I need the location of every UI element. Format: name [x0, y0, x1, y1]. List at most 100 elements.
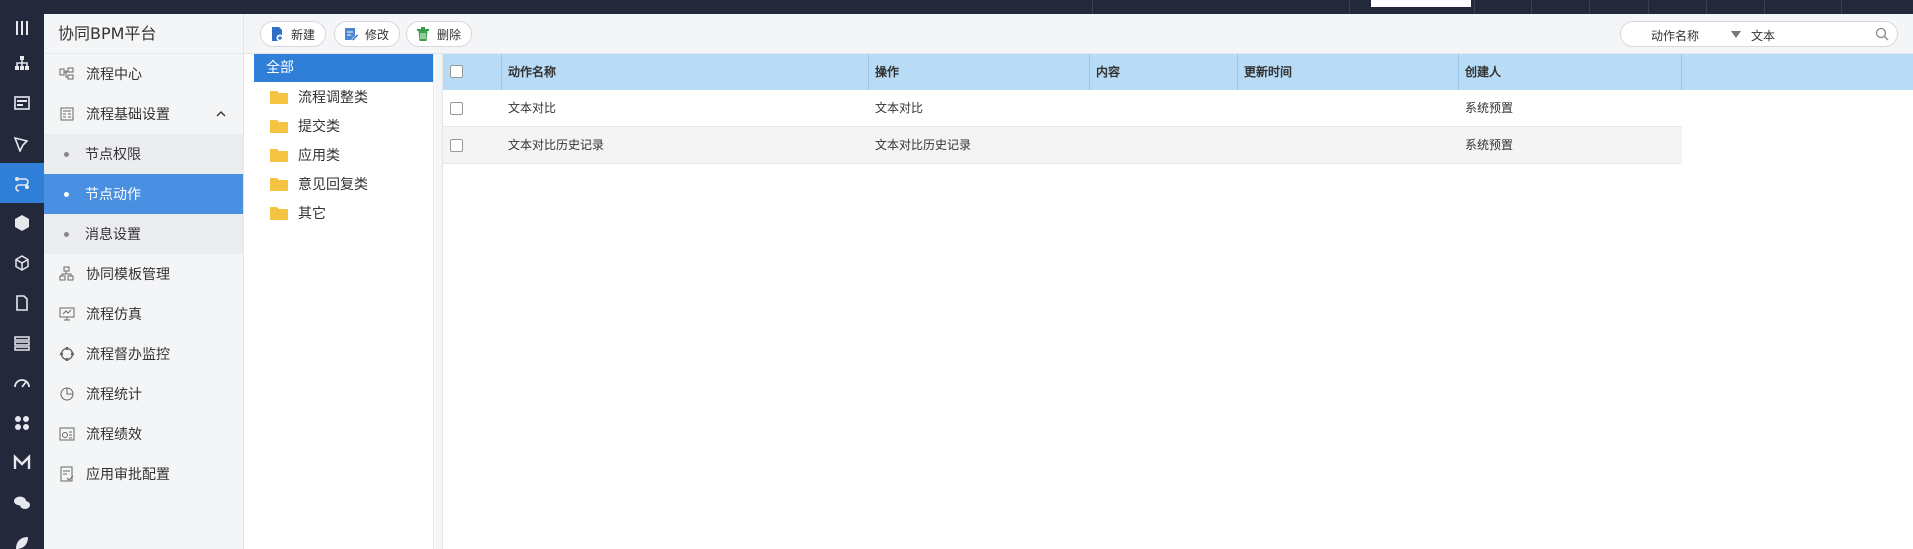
top-bar-divider — [1706, 0, 1707, 14]
tree-folder[interactable]: 提交类 — [254, 111, 433, 140]
top-bar-divider — [1531, 0, 1532, 14]
nav-sub-label: 节点动作 — [85, 187, 141, 203]
select-all-checkbox[interactable] — [450, 65, 463, 78]
nav-item-flow-statistics[interactable]: 流程统计 — [44, 374, 243, 414]
nav-item-template-management[interactable]: 协同模板管理 — [44, 254, 243, 294]
folder-icon — [270, 119, 288, 133]
table-row[interactable]: 文本对比 文本对比 系统预置 — [443, 90, 1682, 127]
performance-icon — [58, 425, 76, 443]
new-button[interactable]: 新建 — [260, 21, 327, 47]
monitor-ring-icon — [58, 345, 76, 363]
tree-folder[interactable]: 流程调整类 — [254, 82, 433, 111]
nav-item-flow-performance[interactable]: 流程绩效 — [44, 414, 243, 454]
column-header-updated[interactable]: 更新时间 — [1238, 54, 1459, 90]
dropdown-arrow-icon[interactable] — [1731, 31, 1741, 38]
tree-folder-label: 提交类 — [298, 118, 340, 135]
column-header-content[interactable]: 内容 — [1090, 54, 1238, 90]
tree-folder-label: 意见回复类 — [298, 176, 368, 193]
nav-item-label: 流程督办监控 — [86, 347, 170, 363]
search-field-select[interactable]: 动作名称 — [1651, 27, 1699, 44]
cube-icon[interactable] — [0, 243, 44, 283]
nav-item-flow-simulation[interactable]: 流程仿真 — [44, 294, 243, 334]
folder-icon — [270, 177, 288, 191]
search-icon[interactable] — [1875, 27, 1889, 41]
nav-sub-node-action[interactable]: 节点动作 — [44, 174, 243, 214]
column-header-operation[interactable]: 操作 — [869, 54, 1090, 90]
pen-icon[interactable] — [0, 123, 44, 163]
splitter[interactable] — [435, 54, 443, 549]
menu-icon[interactable] — [0, 8, 44, 48]
bullet-icon — [64, 151, 69, 157]
top-bar-divider — [1841, 0, 1842, 14]
folder-icon — [270, 90, 288, 104]
chevron-up-icon[interactable] — [215, 108, 227, 120]
row-checkbox[interactable] — [450, 139, 463, 152]
grid-icon[interactable] — [0, 403, 44, 443]
tree-root-all[interactable]: 全部 — [254, 54, 433, 82]
m-logo-icon[interactable] — [0, 443, 44, 483]
tree-folder[interactable]: 其它 — [254, 198, 433, 227]
top-bar-divider — [1092, 0, 1093, 14]
nav-item-label: 流程中心 — [86, 67, 142, 83]
folder-icon — [270, 148, 288, 162]
column-header-name[interactable]: 动作名称 — [502, 54, 869, 90]
row-checkbox[interactable] — [450, 102, 463, 115]
column-header-creator[interactable]: 创建人 — [1459, 54, 1682, 90]
nav-sub-message-settings[interactable]: 消息设置 — [44, 214, 243, 254]
cell-creator: 系统预置 — [1465, 138, 1514, 152]
cell-content — [1090, 127, 1096, 164]
new-document-icon — [272, 27, 284, 42]
nav-item-approval-config[interactable]: 应用审批配置 — [44, 454, 243, 494]
search-input[interactable]: 文本 — [1751, 27, 1775, 44]
delete-button-label: 删除 — [437, 27, 462, 42]
search-box[interactable]: 动作名称 文本 — [1620, 21, 1898, 47]
top-bar-divider — [1349, 0, 1350, 14]
cell-operation: 文本对比历史记录 — [875, 138, 972, 152]
document-icon[interactable] — [0, 283, 44, 323]
nav-sub-node-permission[interactable]: 节点权限 — [44, 134, 243, 174]
cell-name: 文本对比历史记录 — [508, 138, 605, 152]
leaf-icon[interactable] — [0, 523, 44, 549]
hexagon-icon[interactable] — [0, 203, 44, 243]
cell-creator: 系统预置 — [1465, 101, 1514, 115]
nav-item-label: 协同模板管理 — [86, 267, 170, 283]
org-chart-icon[interactable] — [0, 43, 44, 83]
gauge-icon[interactable] — [0, 363, 44, 403]
top-bar-divider — [1648, 0, 1649, 14]
cell-content — [1090, 90, 1096, 127]
top-bar-highlight — [1371, 0, 1471, 7]
card-icon[interactable] — [0, 83, 44, 123]
table-header: 动作名称 操作 内容 更新时间 创建人 — [443, 54, 1913, 90]
tree-folder-label: 流程调整类 — [298, 89, 368, 106]
cell-operation: 文本对比 — [875, 101, 924, 115]
category-tree: 全部 流程调整类 提交类 应用类 意见回复类 其它 — [254, 54, 434, 549]
table-row[interactable]: 文本对比历史记录 文本对比历史记录 系统预置 — [443, 127, 1682, 164]
flow-center-icon — [58, 65, 76, 83]
folder-icon — [270, 206, 288, 220]
app-title: 协同BPM平台 — [44, 14, 243, 54]
tree-folder[interactable]: 应用类 — [254, 140, 433, 169]
header-select-all-cell — [443, 54, 502, 90]
icon-rail — [0, 0, 44, 549]
pie-chart-icon — [58, 385, 76, 403]
nav-item-label: 流程统计 — [86, 387, 142, 403]
delete-button[interactable]: 删除 — [406, 21, 473, 47]
edit-button[interactable]: 修改 — [334, 21, 401, 47]
flow-icon[interactable] — [0, 163, 44, 203]
top-bar — [44, 0, 1913, 14]
monitor-icon — [58, 305, 76, 323]
nav-item-flow-basic-settings[interactable]: 流程基础设置 — [44, 94, 243, 134]
cell-name: 文本对比 — [508, 101, 557, 115]
chat-icon[interactable] — [0, 483, 44, 523]
nav-item-flow-supervision[interactable]: 流程督办监控 — [44, 334, 243, 374]
nav-item-label: 应用审批配置 — [86, 467, 170, 483]
approval-config-icon — [58, 465, 76, 483]
nav-item-flow-center[interactable]: 流程中心 — [44, 54, 243, 94]
stack-icon[interactable] — [0, 323, 44, 363]
nav-sub-label: 消息设置 — [85, 227, 141, 243]
toolbar: 新建 修改 删除 动作名称 文本 — [244, 14, 1913, 54]
tree-folder-label: 应用类 — [298, 147, 340, 164]
side-nav: 协同BPM平台 流程中心 流程基础设置 节点权限 节点动作 消息设置 协同模板管… — [44, 14, 244, 549]
tree-folder[interactable]: 意见回复类 — [254, 169, 433, 198]
cell-updated — [1238, 90, 1244, 127]
